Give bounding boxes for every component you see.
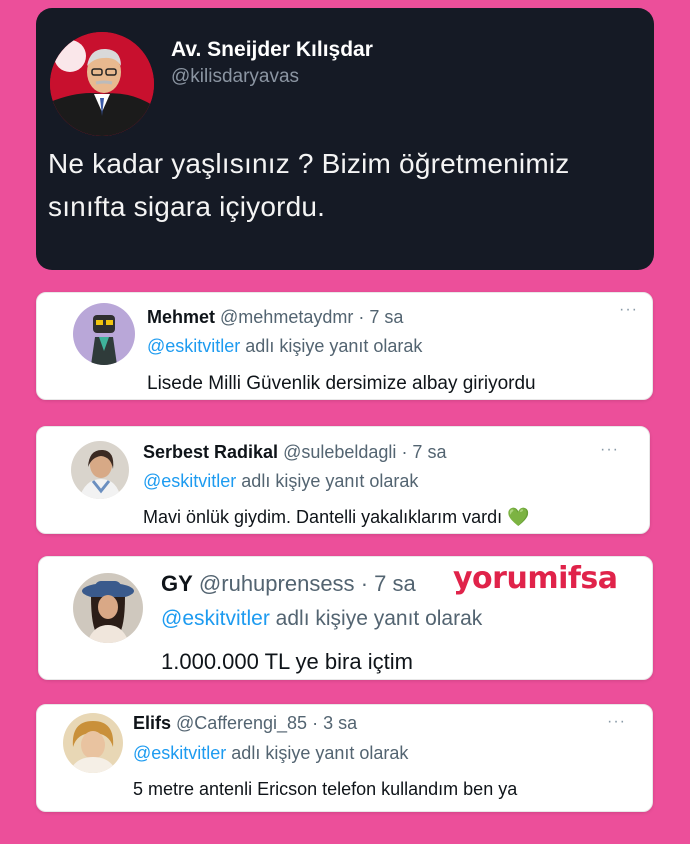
timestamp[interactable]: · 7 sa (401, 442, 446, 462)
mention-link[interactable]: @eskitvitler (161, 607, 270, 630)
reply-card[interactable]: Serbest Radikal @sulebeldagli · 7 sa ···… (36, 426, 650, 534)
mention-link[interactable]: @eskitvitler (143, 471, 236, 491)
reply-context-label: adlı kişiye yanıt olarak (269, 607, 483, 630)
avatar-image (71, 441, 129, 499)
avatar[interactable] (71, 441, 129, 499)
user-handle[interactable]: @sulebeldagli (283, 442, 396, 462)
avatar[interactable] (73, 573, 143, 643)
reply-context: @eskitvitler adlı kişiye yanıt olarak (143, 471, 418, 492)
reply-text: Lisede Milli Güvenlik dersimize albay gi… (147, 373, 536, 394)
reply-header: Mehmet @mehmetaydmr · 7 sa (147, 307, 403, 328)
display-name[interactable]: Mehmet (147, 307, 215, 327)
more-options-icon[interactable]: ··· (600, 441, 619, 459)
reply-card[interactable]: Mehmet @mehmetaydmr · 7 sa ··· @eskitvit… (36, 292, 653, 400)
more-options-icon[interactable]: ··· (619, 301, 638, 319)
display-name[interactable]: GY (161, 571, 193, 596)
user-handle[interactable]: @mehmetaydmr (220, 307, 353, 327)
reply-context: @eskitvitler adlı kişiye yanıt olarak (147, 336, 422, 357)
user-handle[interactable]: @Cafferengi_85 (176, 713, 307, 733)
reply-text: 1.000.000 TL ye bira içtim (161, 649, 413, 674)
timestamp[interactable]: · 3 sa (312, 713, 357, 733)
avatar[interactable] (50, 32, 154, 136)
avatar[interactable] (73, 303, 135, 365)
reply-text: 5 metre antenli Ericson telefon kullandı… (133, 779, 518, 799)
reply-card[interactable]: GY @ruhuprensess · 7 sa yorumifsa @eskit… (38, 556, 653, 680)
reply-context-label: adlı kişiye yanıt olarak (236, 471, 419, 491)
watermark-overlay: yorumifsa (453, 561, 618, 596)
avatar-image (50, 32, 154, 136)
reply-context: @eskitvitler adlı kişiye yanıt olarak (133, 743, 408, 764)
more-options-icon[interactable]: ··· (607, 713, 626, 731)
timestamp[interactable]: · 7 sa (361, 571, 416, 596)
tweet-text: Ne kadar yaşlısınız ? Bizim öğretmenimiz… (48, 148, 570, 222)
avatar-image (73, 303, 135, 365)
user-handle[interactable]: @ruhuprensess (199, 571, 355, 596)
avatar[interactable] (63, 713, 123, 773)
reply-text: Mavi önlük giydim. Dantelli yakalıklarım… (143, 507, 530, 528)
user-handle[interactable]: @kilisdaryavas (171, 66, 299, 88)
reply-card[interactable]: Elifs @Cafferengi_85 · 3 sa ··· @eskitvi… (36, 704, 653, 812)
mention-link[interactable]: @eskitvitler (147, 336, 240, 356)
main-tweet-card: Av. Sneijder Kılışdar @kilisdaryavas Ne … (36, 8, 654, 270)
display-name[interactable]: Serbest Radikal (143, 442, 278, 462)
reply-header: Elifs @Cafferengi_85 · 3 sa (133, 713, 357, 734)
reply-header: GY @ruhuprensess · 7 sa (161, 571, 416, 597)
display-name[interactable]: Av. Sneijder Kılışdar (171, 38, 373, 62)
reply-context: @eskitvitler adlı kişiye yanıt olarak (161, 607, 482, 631)
mention-link[interactable]: @eskitvitler (133, 743, 226, 763)
reply-text-content: Mavi önlük giydim. Dantelli yakalıklarım… (143, 507, 503, 527)
avatar-image (73, 573, 143, 643)
display-name[interactable]: Elifs (133, 713, 171, 733)
reply-context-label: adlı kişiye yanıt olarak (226, 743, 409, 763)
timestamp[interactable]: · 7 sa (358, 307, 403, 327)
reply-context-label: adlı kişiye yanıt olarak (240, 336, 423, 356)
avatar-image (63, 713, 123, 773)
green-heart-icon: 💚 (507, 507, 530, 527)
reply-header: Serbest Radikal @sulebeldagli · 7 sa (143, 442, 446, 463)
